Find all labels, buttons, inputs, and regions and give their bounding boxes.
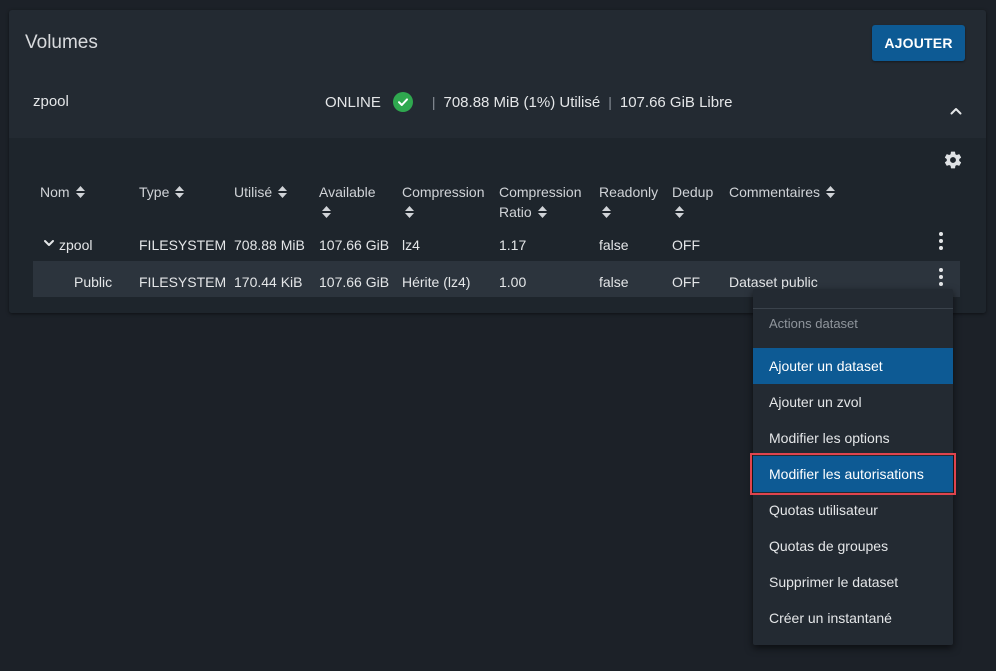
menu-divider xyxy=(753,308,953,309)
column-header-compression-ratio[interactable]: Compression Ratio xyxy=(499,182,581,223)
sort-icon xyxy=(405,203,414,223)
menu-item-group-quotas[interactable]: Quotas de groupes xyxy=(753,528,953,564)
menu-item-edit-options[interactable]: Modifier les options xyxy=(753,420,953,456)
cell-name: Public xyxy=(74,274,113,290)
column-header-dedup[interactable]: Dedup xyxy=(672,182,713,223)
chevron-down-icon[interactable] xyxy=(43,236,55,252)
menu-item-edit-permissions[interactable]: Modifier les autorisations xyxy=(750,453,956,495)
gear-icon[interactable] xyxy=(943,150,963,170)
more-vert-icon[interactable] xyxy=(938,268,944,286)
pool-name: zpool xyxy=(33,93,69,110)
more-vert-icon[interactable] xyxy=(938,232,944,250)
cell-dedup: OFF xyxy=(672,237,700,253)
sort-icon xyxy=(75,183,85,203)
sort-icon xyxy=(675,203,684,223)
column-header-used[interactable]: Utilisé xyxy=(234,182,288,203)
cell-name: zpool xyxy=(59,237,93,253)
dataset-actions-menu: Actions dataset Ajouter un dataset Ajout… xyxy=(750,289,956,645)
column-header-compression[interactable]: Compression xyxy=(402,182,484,223)
menu-item-delete-dataset[interactable]: Supprimer le dataset xyxy=(753,564,953,600)
cell-used: 170.44 KiB xyxy=(234,274,303,290)
cell-dedup: OFF xyxy=(672,274,700,290)
sort-icon xyxy=(322,203,331,223)
menu-item-user-quotas[interactable]: Quotas utilisateur xyxy=(753,492,953,528)
chevron-up-icon[interactable] xyxy=(949,104,963,118)
cell-type: FILESYSTEM xyxy=(139,237,227,253)
pool-used: 708.88 MiB (1%) Utilisé xyxy=(443,93,601,111)
column-header-comments[interactable]: Commentaires xyxy=(729,182,836,203)
cell-readonly: false xyxy=(599,237,629,253)
cell-compression: Hérite (lz4) xyxy=(402,274,471,290)
table-row[interactable]: zpool FILESYSTEM 708.88 MiB 107.66 GiB l… xyxy=(33,228,960,264)
menu-heading: Actions dataset xyxy=(769,316,858,331)
status-separator: | xyxy=(608,94,612,110)
column-header-available[interactable]: Available xyxy=(319,182,376,223)
sort-icon xyxy=(175,183,185,203)
column-header-readonly[interactable]: Readonly xyxy=(599,182,658,223)
page-title: Volumes xyxy=(25,32,98,53)
cell-comment: Dataset public xyxy=(729,274,818,290)
check-circle-icon xyxy=(392,92,413,112)
pool-free: 107.66 GiB Libre xyxy=(619,93,733,111)
sort-icon xyxy=(602,203,611,223)
menu-item-create-snapshot[interactable]: Créer un instantané xyxy=(753,600,953,636)
sort-icon xyxy=(278,183,288,203)
pool-header[interactable]: zpool ONLINE | 708.88 MiB (1%) Utilisé |… xyxy=(9,68,986,138)
cell-available: 107.66 GiB xyxy=(319,274,390,290)
cell-ratio: 1.17 xyxy=(499,237,527,253)
sort-icon xyxy=(537,203,547,223)
cell-type: FILESYSTEM xyxy=(139,274,227,290)
volumes-panel: Volumes AJOUTER zpool ONLINE | 708.88 Mi… xyxy=(9,10,986,313)
cell-readonly: false xyxy=(599,274,629,290)
sort-icon xyxy=(826,183,836,203)
column-header-name[interactable]: Nom xyxy=(40,182,85,203)
cell-ratio: 1.00 xyxy=(499,274,527,290)
add-button[interactable]: AJOUTER xyxy=(872,25,965,61)
status-separator: | xyxy=(431,94,436,110)
cell-available: 107.66 GiB xyxy=(319,237,390,253)
cell-compression: lz4 xyxy=(402,237,420,253)
cell-used: 708.88 MiB xyxy=(234,237,305,253)
pool-status: ONLINE | 708.88 MiB (1%) Utilisé | 107.6… xyxy=(325,92,732,112)
pool-status-text: ONLINE xyxy=(325,93,381,111)
menu-item-add-dataset[interactable]: Ajouter un dataset xyxy=(753,348,953,384)
menu-item-add-zvol[interactable]: Ajouter un zvol xyxy=(753,384,953,420)
column-header-type[interactable]: Type xyxy=(139,182,185,203)
